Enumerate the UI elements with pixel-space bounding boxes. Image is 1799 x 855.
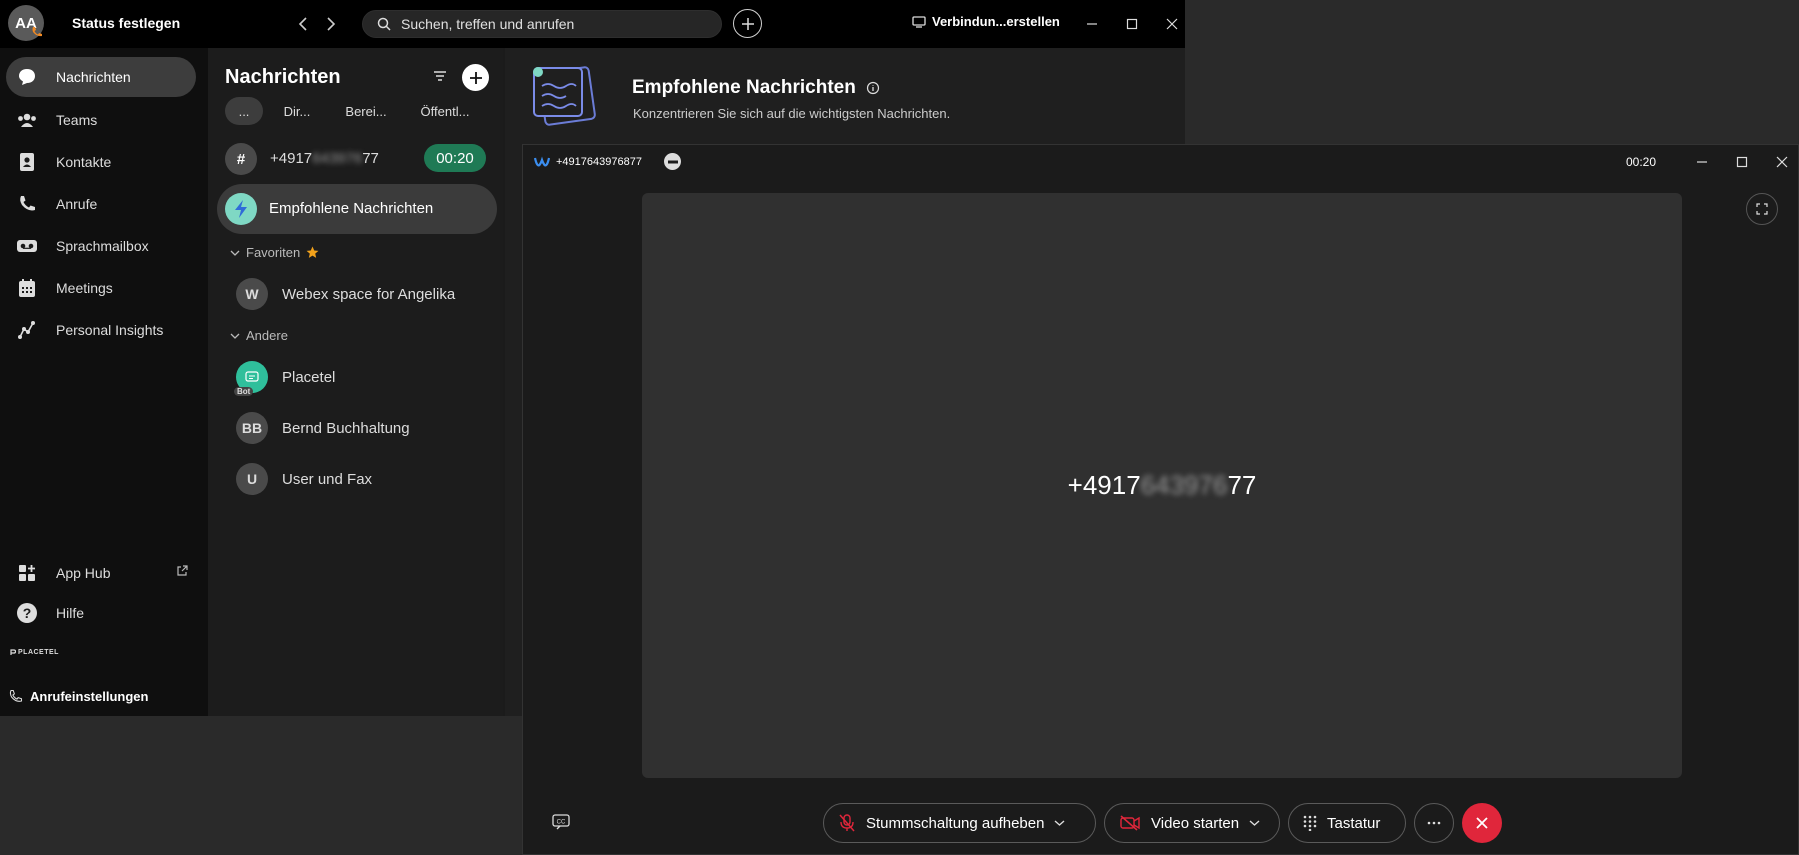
- mic-muted-icon: [838, 813, 856, 833]
- search-input[interactable]: Suchen, treffen und anrufen: [362, 10, 722, 38]
- phone-settings-icon: [8, 689, 23, 704]
- bot-badge: Bot: [234, 387, 254, 396]
- hang-up-button[interactable]: [1462, 803, 1502, 843]
- recommended-messages-label: Empfohlene Nachrichten: [269, 200, 434, 217]
- fullscreen-icon[interactable]: [1746, 193, 1778, 225]
- avatar: W: [236, 278, 268, 310]
- video-off-icon: [1119, 815, 1141, 831]
- call-status-phone-icon: [30, 25, 44, 39]
- sidebar-item-hilfe[interactable]: ? Hilfe: [6, 593, 196, 633]
- connect-device-button[interactable]: Verbindun...erstellen: [912, 14, 1060, 29]
- active-call-timer[interactable]: 00:20: [424, 144, 486, 172]
- captions-icon[interactable]: CC: [552, 814, 570, 830]
- phone-icon: [14, 191, 40, 217]
- sidebar-item-anrufe[interactable]: Anrufe: [6, 184, 196, 224]
- more-options-icon[interactable]: [1414, 803, 1454, 843]
- svg-text:?: ?: [23, 605, 32, 621]
- list-item[interactable]: U User und Fax: [218, 455, 498, 503]
- call-window-title: +4917643976877: [534, 156, 642, 168]
- chevron-down-icon: [230, 249, 240, 257]
- app-grid-icon: [14, 560, 40, 586]
- messages-title: Nachrichten: [225, 66, 341, 88]
- close-icon: [1475, 816, 1489, 830]
- start-video-button[interactable]: Video starten: [1104, 803, 1280, 843]
- sidebar-item-nachrichten[interactable]: Nachrichten: [6, 57, 196, 97]
- chevron-down-icon[interactable]: [1054, 819, 1065, 827]
- sidebar-item-sprachmailbox[interactable]: Sprachmailbox: [6, 226, 196, 266]
- chevron-down-icon: [230, 332, 240, 340]
- maximize-icon[interactable]: [1122, 14, 1142, 34]
- filter-tab-spaces[interactable]: Berei...: [340, 97, 392, 125]
- keypad-icon: [1303, 815, 1317, 831]
- content-subtitle: Konzentrieren Sie sich auf die wichtigst…: [633, 106, 951, 121]
- filter-icon[interactable]: [432, 69, 448, 83]
- hash-avatar-icon: #: [225, 143, 257, 175]
- keypad-button[interactable]: Tastatur: [1288, 803, 1406, 843]
- svg-text:CC: CC: [557, 820, 566, 826]
- unmute-button[interactable]: Stummschaltung aufheben: [823, 803, 1096, 843]
- sidebar-item-kontakte[interactable]: Kontakte: [6, 142, 196, 182]
- call-settings-link[interactable]: Anrufeinstellungen: [8, 689, 148, 704]
- insights-icon: [14, 317, 40, 343]
- search-placeholder: Suchen, treffen und anrufen: [401, 16, 575, 32]
- call-maximize-icon[interactable]: [1732, 152, 1752, 172]
- webex-logo-icon: [534, 156, 550, 168]
- call-timer: 00:20: [1626, 155, 1657, 169]
- list-item[interactable]: W Webex space for Angelika: [218, 270, 498, 318]
- sidebar-item-teams[interactable]: Teams: [6, 100, 196, 140]
- call-minimize-icon[interactable]: [1692, 152, 1712, 172]
- title-bar: AA Status festlegen Suchen, treffen und …: [0, 0, 1185, 48]
- sidebar-item-personal-insights[interactable]: Personal Insights: [6, 310, 196, 350]
- voicemail-icon: [14, 233, 40, 259]
- others-header[interactable]: Andere: [230, 328, 288, 343]
- recommended-illustration-icon: [528, 64, 604, 130]
- search-icon: [377, 17, 391, 31]
- active-call-number[interactable]: +491764397677: [270, 150, 379, 167]
- help-icon: ?: [14, 600, 40, 626]
- filter-tab-public[interactable]: Öffentl...: [414, 97, 476, 125]
- people-icon: [14, 107, 40, 133]
- caller-number: +491764397677: [1067, 470, 1257, 500]
- set-status-button[interactable]: Status festlegen: [72, 15, 180, 31]
- contacts-icon: [14, 149, 40, 175]
- add-icon[interactable]: [733, 9, 762, 38]
- avatar: U: [236, 463, 268, 495]
- placetel-logo: PLACETEL: [10, 649, 59, 656]
- close-icon[interactable]: [1162, 14, 1182, 34]
- forward-arrow-icon[interactable]: [320, 13, 342, 35]
- chat-bubble-icon: [14, 64, 40, 90]
- filter-tab-direct[interactable]: Dir...: [278, 97, 316, 125]
- info-icon[interactable]: [866, 81, 880, 95]
- lightning-bolt-icon: [225, 193, 257, 225]
- sidebar-item-app-hub[interactable]: App Hub: [6, 553, 196, 593]
- favorites-header[interactable]: Favoriten: [230, 245, 319, 260]
- star-icon: [306, 246, 319, 259]
- filter-tab-all[interactable]: ...: [225, 97, 263, 125]
- external-link-icon: [176, 565, 188, 577]
- calendar-icon: [14, 275, 40, 301]
- chevron-down-icon[interactable]: [1249, 819, 1260, 827]
- list-item[interactable]: BB Bernd Buchhaltung: [218, 404, 498, 452]
- avatar: BB: [236, 412, 268, 444]
- plus-icon: [469, 71, 483, 85]
- content-title: Empfohlene Nachrichten: [632, 77, 880, 99]
- list-item[interactable]: Bot Placetel: [218, 353, 498, 401]
- call-close-icon[interactable]: [1772, 152, 1792, 172]
- back-arrow-icon[interactable]: [292, 13, 314, 35]
- new-message-button[interactable]: [462, 64, 489, 91]
- minimize-icon[interactable]: [1082, 14, 1102, 34]
- monitor-icon: [912, 15, 926, 28]
- do-not-disturb-icon: [664, 153, 681, 170]
- bot-avatar-icon: Bot: [234, 361, 268, 396]
- video-area: +491764397677: [642, 193, 1682, 778]
- sidebar-item-meetings[interactable]: Meetings: [6, 268, 196, 308]
